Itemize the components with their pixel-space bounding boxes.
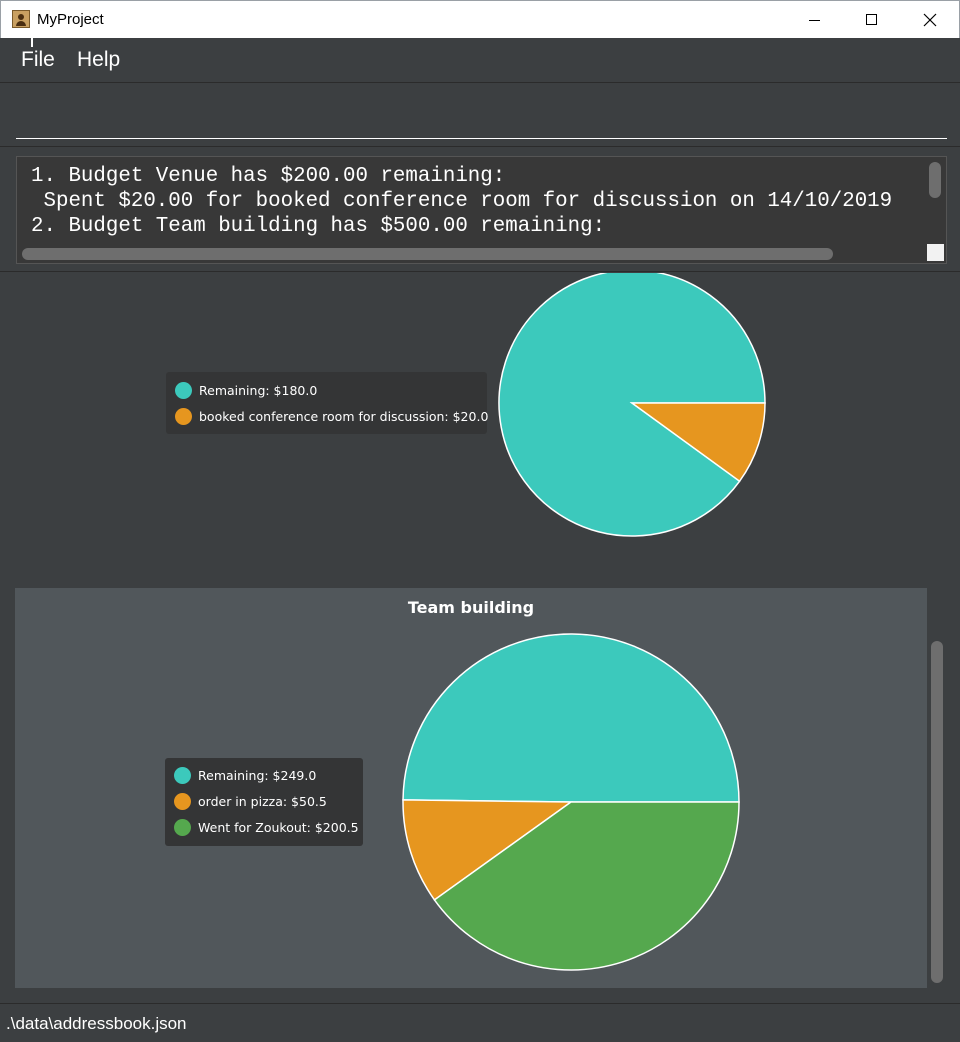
budget-chart-team-building: Team building Remaining: $249.0 order in… <box>15 588 927 988</box>
chart-vertical-scrollbar[interactable] <box>931 641 943 983</box>
budget-chart-venue: Remaining: $180.0 booked conference room… <box>15 273 927 586</box>
result-line: 2. Budget Team building has $500.00 rema… <box>31 215 606 238</box>
menu-file[interactable]: File <box>21 48 55 72</box>
minimize-button[interactable] <box>785 1 843 39</box>
menu-bar: File Help <box>0 38 960 83</box>
result-text: 1. Budget Venue has $200.00 remaining: S… <box>31 164 892 239</box>
app-icon <box>12 10 30 28</box>
status-bar: .\data\addressbook.json <box>0 1003 960 1042</box>
pie-chart <box>402 633 740 971</box>
pie-slice-remaining <box>402 633 740 803</box>
maximize-button[interactable] <box>843 1 901 39</box>
menu-help[interactable]: Help <box>77 48 120 72</box>
result-vertical-scrollbar[interactable] <box>929 162 941 198</box>
title-bar: MyProject <box>0 0 960 38</box>
close-icon <box>923 13 937 27</box>
result-horizontal-scrollbar[interactable] <box>22 248 833 260</box>
scroll-corner <box>927 244 944 261</box>
result-line: 1. Budget Venue has $200.00 remaining: <box>31 165 506 188</box>
command-input[interactable] <box>16 92 947 139</box>
maximize-icon <box>866 14 877 25</box>
chart-pane[interactable]: Remaining: $180.0 booked conference room… <box>0 273 960 1002</box>
minimize-icon <box>809 20 820 21</box>
result-line: Spent $20.00 for booked conference room … <box>31 190 893 213</box>
command-box <box>0 84 960 147</box>
text-caret <box>31 15 33 47</box>
save-location: .\data\addressbook.json <box>6 1014 187 1033</box>
window-title: MyProject <box>37 11 104 28</box>
pie-chart <box>498 273 766 537</box>
close-button[interactable] <box>901 1 959 39</box>
